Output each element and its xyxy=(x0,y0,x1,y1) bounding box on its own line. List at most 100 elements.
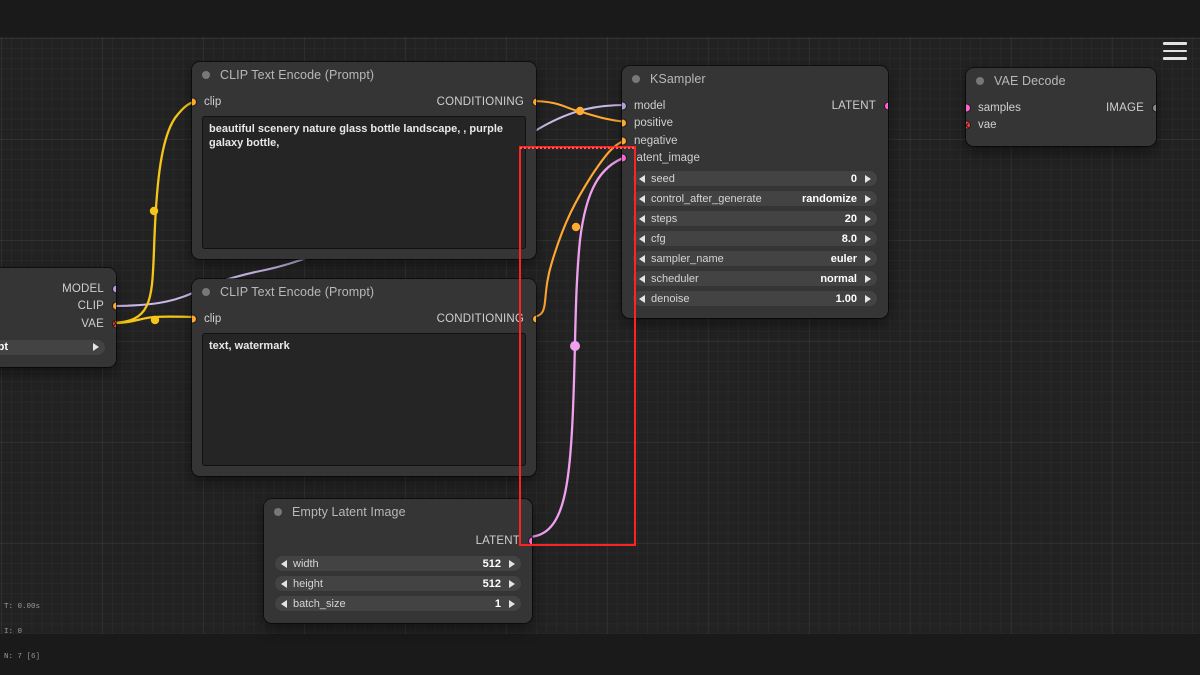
node-empty-latent-image[interactable]: Empty Latent Image LATENT width 512 heig… xyxy=(264,499,532,623)
widget-scheduler[interactable]: scheduler normal xyxy=(632,270,878,287)
widget-next-arrow-height[interactable] xyxy=(509,579,515,588)
node-clip-text-encode-negative[interactable]: CLIP Text Encode (Prompt) clip CONDITION… xyxy=(192,279,536,476)
menu-line-3 xyxy=(1163,57,1187,60)
slot-row-vae-out[interactable]: VAE xyxy=(0,315,116,333)
widget-control-after-generate[interactable]: control_after_generate randomize xyxy=(632,190,878,207)
collapse-dot-icon[interactable] xyxy=(632,75,640,83)
widget-value-scheduler: normal xyxy=(820,272,857,285)
slot-label-latent: LATENT xyxy=(475,535,520,547)
output-dot-model[interactable] xyxy=(112,285,116,293)
widget-next-arrow-denoise[interactable] xyxy=(865,294,871,303)
widget-label-sampler-name: sampler_name xyxy=(651,252,724,265)
comfyui-window: MODEL CLIP VAE ed-emaonly.ckpt CLIP Text… xyxy=(0,0,1200,675)
widget-next-arrow-ckpt-name[interactable] xyxy=(93,343,99,351)
slot-row-model-in[interactable]: model LATENT xyxy=(622,97,888,115)
slot-row-samples-in[interactable]: samples IMAGE xyxy=(966,99,1156,117)
widget-next-arrow-width[interactable] xyxy=(509,559,515,568)
slot-row-model-out[interactable]: MODEL xyxy=(0,280,116,298)
widget-label-batch-size: batch_size xyxy=(293,597,346,610)
collapse-dot-icon[interactable] xyxy=(202,71,210,79)
widget-next-arrow-control-after-generate[interactable] xyxy=(865,194,871,203)
widget-prev-arrow-height[interactable] xyxy=(281,579,287,588)
widget-batch-size[interactable]: batch_size 1 xyxy=(274,595,522,612)
slot-label-clip: clip xyxy=(204,312,222,325)
widget-label-scheduler: scheduler xyxy=(651,272,699,285)
widget-next-arrow-seed[interactable] xyxy=(865,174,871,183)
widget-label-control-after-generate: control_after_generate xyxy=(651,192,762,205)
widget-seed[interactable]: seed 0 xyxy=(632,170,878,187)
slot-row-clip-in[interactable]: clip CONDITIONING xyxy=(192,93,536,111)
widget-prev-arrow-sampler-name[interactable] xyxy=(639,254,645,263)
input-dot-vae-error[interactable] xyxy=(966,121,970,129)
slot-row-clip-in[interactable]: clip CONDITIONING xyxy=(192,310,536,328)
widget-prev-arrow-width[interactable] xyxy=(281,559,287,568)
widget-denoise[interactable]: denoise 1.00 xyxy=(632,290,878,307)
widget-prev-arrow-batch-size[interactable] xyxy=(281,599,287,608)
widget-next-arrow-sampler-name[interactable] xyxy=(865,254,871,263)
menu-line-1 xyxy=(1163,42,1187,45)
input-dot-clip[interactable] xyxy=(192,98,196,106)
input-dot-model[interactable] xyxy=(622,102,626,110)
widget-ckpt-name[interactable]: ed-emaonly.ckpt xyxy=(0,338,106,356)
widget-next-arrow-scheduler[interactable] xyxy=(865,274,871,283)
output-dot-latent[interactable] xyxy=(528,537,532,545)
node-ksampler[interactable]: KSampler model LATENT positive negative … xyxy=(622,66,888,318)
collapse-dot-icon[interactable] xyxy=(202,288,210,296)
widget-cfg[interactable]: cfg 8.0 xyxy=(632,230,878,247)
slot-row-clip-out[interactable]: CLIP xyxy=(0,298,116,316)
widget-width[interactable]: width 512 xyxy=(274,555,522,572)
widget-next-arrow-steps[interactable] xyxy=(865,214,871,223)
widget-value-seed: 0 xyxy=(850,172,857,185)
output-dot-vae-error[interactable] xyxy=(112,320,116,328)
node-checkpoint-loader[interactable]: MODEL CLIP VAE ed-emaonly.ckpt xyxy=(0,268,116,367)
widget-value-cfg: 8.0 xyxy=(841,232,857,245)
input-dot-samples[interactable] xyxy=(966,104,970,112)
widget-label-width: width xyxy=(293,557,319,570)
node-title-bar[interactable]: CLIP Text Encode (Prompt) xyxy=(192,279,536,305)
stat-time: T: 0.00s xyxy=(4,603,41,612)
hamburger-menu-icon[interactable] xyxy=(1158,36,1192,66)
output-dot-conditioning[interactable] xyxy=(532,98,536,106)
node-title-bar[interactable]: VAE Decode xyxy=(966,68,1156,94)
slot-row-negative-in[interactable]: negative xyxy=(622,132,888,150)
widget-value-denoise: 1.00 xyxy=(835,292,857,305)
prompt-textarea[interactable]: text, watermark xyxy=(202,332,526,466)
node-title-text: CLIP Text Encode (Prompt) xyxy=(220,285,375,299)
collapse-dot-icon[interactable] xyxy=(274,508,282,516)
slot-row-latent-image-in[interactable]: latent_image xyxy=(622,150,888,168)
node-title-bar[interactable]: Empty Latent Image xyxy=(264,499,532,525)
node-title-bar[interactable]: CLIP Text Encode (Prompt) xyxy=(192,62,536,88)
output-dot-conditioning[interactable] xyxy=(532,315,536,323)
prompt-textarea[interactable]: beautiful scenery nature glass bottle la… xyxy=(202,115,526,249)
collapse-dot-icon[interactable] xyxy=(976,77,984,85)
widget-prev-arrow-cfg[interactable] xyxy=(639,234,645,243)
widget-sampler-name[interactable]: sampler_name euler xyxy=(632,250,878,267)
node-clip-text-encode-positive[interactable]: CLIP Text Encode (Prompt) clip CONDITION… xyxy=(192,62,536,259)
slot-row-vae-in[interactable]: vae xyxy=(966,117,1156,135)
widget-prev-arrow-denoise[interactable] xyxy=(639,294,645,303)
node-vae-decode[interactable]: VAE Decode samples IMAGE vae xyxy=(966,68,1156,146)
slot-label-clip: clip xyxy=(204,95,222,108)
widget-prev-arrow-seed[interactable] xyxy=(639,174,645,183)
stat-nodes: N: 7 [6] xyxy=(4,652,41,661)
input-dot-latent-image[interactable] xyxy=(622,154,626,162)
node-title-text: CLIP Text Encode (Prompt) xyxy=(220,68,375,82)
widget-prev-arrow-control-after-generate[interactable] xyxy=(639,194,645,203)
slot-row-positive-in[interactable]: positive xyxy=(622,115,888,133)
slot-label-vae: vae xyxy=(978,119,997,132)
slot-row-latent-out[interactable]: LATENT xyxy=(264,530,532,552)
output-dot-latent[interactable] xyxy=(884,102,888,110)
menu-line-2 xyxy=(1163,49,1187,53)
widget-next-arrow-batch-size[interactable] xyxy=(509,599,515,608)
input-dot-negative[interactable] xyxy=(622,137,626,145)
widget-prev-arrow-steps[interactable] xyxy=(639,214,645,223)
input-dot-clip[interactable] xyxy=(192,315,196,323)
node-title-bar[interactable]: KSampler xyxy=(622,66,888,92)
widget-prev-arrow-scheduler[interactable] xyxy=(639,274,645,283)
output-dot-image[interactable] xyxy=(1152,104,1156,112)
input-dot-positive[interactable] xyxy=(622,119,626,127)
widget-height[interactable]: height 512 xyxy=(274,575,522,592)
widget-next-arrow-cfg[interactable] xyxy=(865,234,871,243)
widget-steps[interactable]: steps 20 xyxy=(632,210,878,227)
output-dot-clip[interactable] xyxy=(112,302,116,310)
